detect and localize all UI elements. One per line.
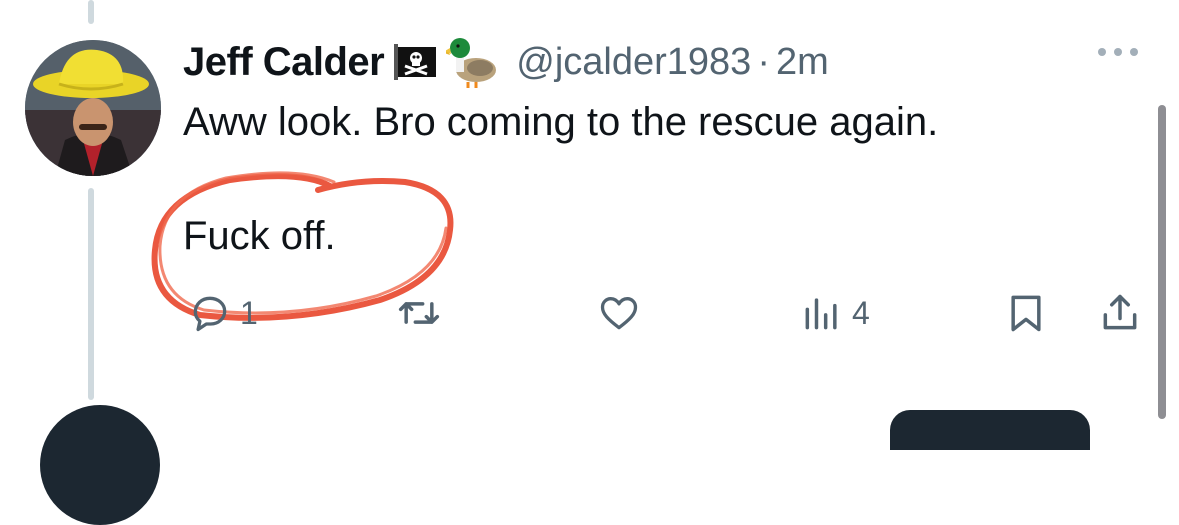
bookmark-icon <box>1011 295 1041 332</box>
separator-dot: · <box>757 40 770 83</box>
avatar-image <box>25 40 161 176</box>
bookmark-button[interactable] <box>1004 288 1048 338</box>
views-button[interactable]: 4 <box>800 288 870 338</box>
retweet-button[interactable] <box>396 288 450 338</box>
tweet-text-line-1: Aww look. Bro coming to the rescue again… <box>183 100 939 144</box>
next-tweet-media[interactable] <box>890 410 1090 450</box>
retweet-icon <box>398 302 440 324</box>
share-button[interactable] <box>1098 288 1142 338</box>
timestamp[interactable]: 2m <box>776 41 829 84</box>
display-name[interactable]: Jeff Calder <box>183 40 385 85</box>
share-icon <box>1103 294 1137 330</box>
duck-icon <box>446 34 502 90</box>
views-chart-icon <box>805 298 837 330</box>
reply-button[interactable]: 1 <box>188 288 258 338</box>
user-handle[interactable]: @jcalder1983 <box>516 41 751 84</box>
next-tweet-avatar[interactable] <box>40 405 160 525</box>
thread-line-top <box>88 0 94 24</box>
views-count: 4 <box>852 294 870 331</box>
more-options-icon[interactable] <box>1098 48 1138 56</box>
pirate-flag-icon <box>394 44 440 80</box>
like-button[interactable] <box>596 288 650 338</box>
reply-icon <box>193 296 227 332</box>
tweet-actions: 1 4 <box>0 288 1179 338</box>
reply-count: 1 <box>240 294 258 331</box>
heart-icon <box>600 297 638 330</box>
tweet-text-line-2: Fuck off. <box>183 214 336 258</box>
avatar[interactable] <box>25 40 161 176</box>
tweet-header: Jeff Calder @jcalder1983 · 2m <box>183 36 829 88</box>
scrollbar[interactable] <box>1158 105 1166 419</box>
